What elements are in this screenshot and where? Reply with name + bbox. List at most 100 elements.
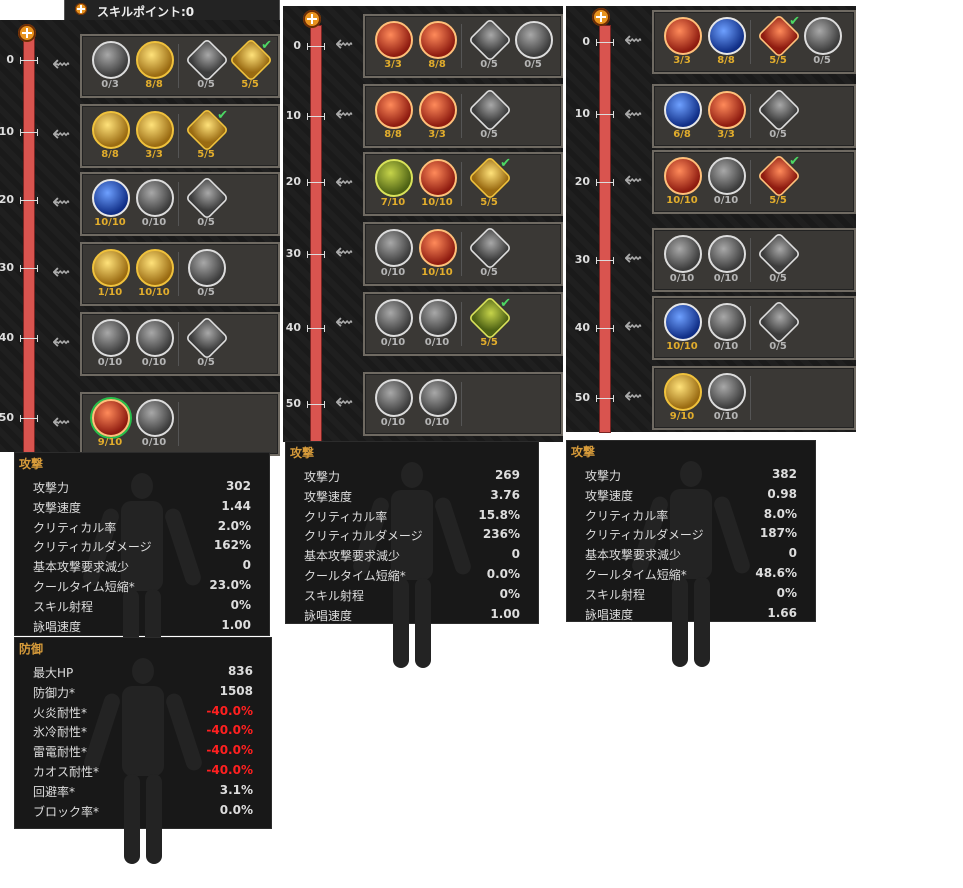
cube-grey-icon[interactable] <box>756 299 802 345</box>
hand-grey-icon[interactable] <box>419 379 457 417</box>
plate-grey-icon[interactable] <box>184 315 230 361</box>
mask-grey-icon[interactable] <box>419 299 457 337</box>
rune-red-icon[interactable] <box>664 157 702 195</box>
skill-slot[interactable]: 0/10 <box>417 379 457 433</box>
boot-grey-icon[interactable] <box>375 299 413 337</box>
eye-blue-icon[interactable] <box>664 91 702 129</box>
shield-gold-icon[interactable] <box>92 111 130 149</box>
skill-slot[interactable]: 0/10 <box>706 373 746 427</box>
skill-slot[interactable]: 0/5 <box>184 175 230 233</box>
skill-slot[interactable]: 10/10 <box>134 249 174 303</box>
skill-slot[interactable]: 0/10 <box>662 235 702 289</box>
skill-slot[interactable]: 0/10 <box>373 299 413 353</box>
mask-grey-icon[interactable] <box>708 235 746 273</box>
helm-gold-icon[interactable] <box>136 111 174 149</box>
skill-slot[interactable]: 0/5 <box>756 299 802 357</box>
skill-slot[interactable]: 9/10 <box>662 373 702 427</box>
sword-grey-icon[interactable] <box>92 41 130 79</box>
dagger-grey-icon[interactable] <box>467 225 513 271</box>
orb-grey-icon[interactable] <box>708 157 746 195</box>
spade-grey-icon[interactable] <box>184 175 230 221</box>
skill-slot[interactable]: 0/5 <box>513 21 553 75</box>
hourglass-blue-icon[interactable] <box>92 179 130 217</box>
skill-slot[interactable]: 3/3 <box>662 17 702 71</box>
skill-slot[interactable]: 8/8 <box>134 41 174 95</box>
skill-slot[interactable]: 0/5 <box>184 37 230 95</box>
slash-red-icon[interactable] <box>419 229 457 267</box>
helm-gold-icon[interactable] <box>136 41 174 79</box>
skill-slot[interactable]: 10/10 <box>417 159 457 213</box>
wind-grey-icon[interactable] <box>664 235 702 273</box>
skill-slot[interactable]: 3/3 <box>134 111 174 165</box>
skill-slot[interactable]: 3/3 <box>706 91 746 145</box>
skill-slot[interactable]: 8/8 <box>706 17 746 71</box>
skill-slot[interactable]: ✔ 5/5 <box>228 37 274 95</box>
skill-slot[interactable]: 6/8 <box>662 91 702 145</box>
star-grey-icon[interactable] <box>136 399 174 437</box>
skill-slot[interactable]: 3/3 <box>417 91 457 145</box>
skill-slot[interactable]: 1/10 <box>90 249 130 303</box>
boot-grey-icon[interactable] <box>375 379 413 417</box>
skill-slot[interactable]: 9/10 <box>90 399 130 453</box>
target-red-icon[interactable] <box>375 91 413 129</box>
slash-red-icon[interactable] <box>419 21 457 59</box>
skill-slot[interactable]: 0/10 <box>134 179 174 233</box>
boot-grey-icon[interactable] <box>375 229 413 267</box>
skill-slot[interactable]: 0/5 <box>756 87 802 145</box>
glove-grey-icon[interactable] <box>188 249 226 287</box>
spear-grey-icon[interactable] <box>804 17 842 55</box>
skill-slot[interactable]: 0/5 <box>756 231 802 289</box>
claws-grey-icon[interactable] <box>467 87 513 133</box>
skill-slot[interactable]: 0/5 <box>186 249 226 303</box>
skill-slot[interactable]: 10/10 <box>662 157 702 211</box>
hourglass-blue-icon[interactable] <box>708 17 746 55</box>
skill-slot[interactable]: 0/10 <box>706 157 746 211</box>
skill-slot[interactable]: 0/10 <box>417 299 457 353</box>
skill-slot[interactable]: 8/8 <box>90 111 130 165</box>
hourglass-blue-icon[interactable] <box>664 303 702 341</box>
mask-grey-icon[interactable] <box>92 319 130 357</box>
skill-slot[interactable]: ✔ 5/5 <box>467 155 513 213</box>
skill-slot[interactable]: 0/10 <box>134 319 174 373</box>
strike-red-icon[interactable] <box>375 21 413 59</box>
helm-gold-icon[interactable] <box>664 373 702 411</box>
rage-red-icon[interactable] <box>92 399 130 437</box>
blade-grey-icon[interactable] <box>467 17 513 63</box>
cracked-shield-icon[interactable] <box>184 37 230 83</box>
target-red-icon[interactable] <box>708 91 746 129</box>
skill-slot[interactable]: ✔ 5/5 <box>756 153 802 211</box>
skill-slot[interactable]: 0/10 <box>706 235 746 289</box>
skill-slot[interactable]: 0/5 <box>467 225 513 283</box>
skill-slot[interactable]: 7/10 <box>373 159 413 213</box>
skill-slot[interactable]: 0/5 <box>802 17 842 71</box>
strike-red-icon[interactable] <box>664 17 702 55</box>
skill-slot[interactable]: 0/10 <box>134 399 174 453</box>
helm-gold-icon[interactable] <box>136 249 174 287</box>
skill-slot[interactable]: 10/10 <box>417 229 457 283</box>
boot-green-icon[interactable] <box>375 159 413 197</box>
swords-grey-icon[interactable] <box>515 21 553 59</box>
skill-slot[interactable]: 0/3 <box>90 41 130 95</box>
skill-slot[interactable]: ✔ 5/5 <box>184 107 230 165</box>
skill-slot[interactable]: 0/10 <box>373 379 413 433</box>
cut-grey-icon[interactable] <box>708 303 746 341</box>
skill-slot[interactable]: 0/10 <box>90 319 130 373</box>
arrows-grey-icon[interactable] <box>136 179 174 217</box>
helm-gold-icon[interactable] <box>92 249 130 287</box>
skill-slot[interactable]: 10/10 <box>90 179 130 233</box>
spiral-red-icon[interactable] <box>419 159 457 197</box>
skill-slot[interactable]: ✔ 5/5 <box>756 13 802 71</box>
net-grey-icon[interactable] <box>756 87 802 133</box>
skill-slot[interactable]: 8/8 <box>417 21 457 75</box>
skill-slot[interactable]: 0/5 <box>467 87 513 145</box>
skill-slot[interactable]: ✔ 5/5 <box>467 295 513 353</box>
skill-slot[interactable]: 0/5 <box>184 315 230 373</box>
star-grey-icon[interactable] <box>708 373 746 411</box>
skill-slot[interactable]: 8/8 <box>373 91 413 145</box>
chest-grey-icon[interactable] <box>136 319 174 357</box>
skill-slot[interactable]: 0/10 <box>706 303 746 357</box>
skill-slot[interactable]: 3/3 <box>373 21 413 75</box>
skill-slot[interactable]: 10/10 <box>662 303 702 357</box>
skill-slot[interactable]: 0/5 <box>467 17 513 75</box>
skill-slot[interactable]: 0/10 <box>373 229 413 283</box>
